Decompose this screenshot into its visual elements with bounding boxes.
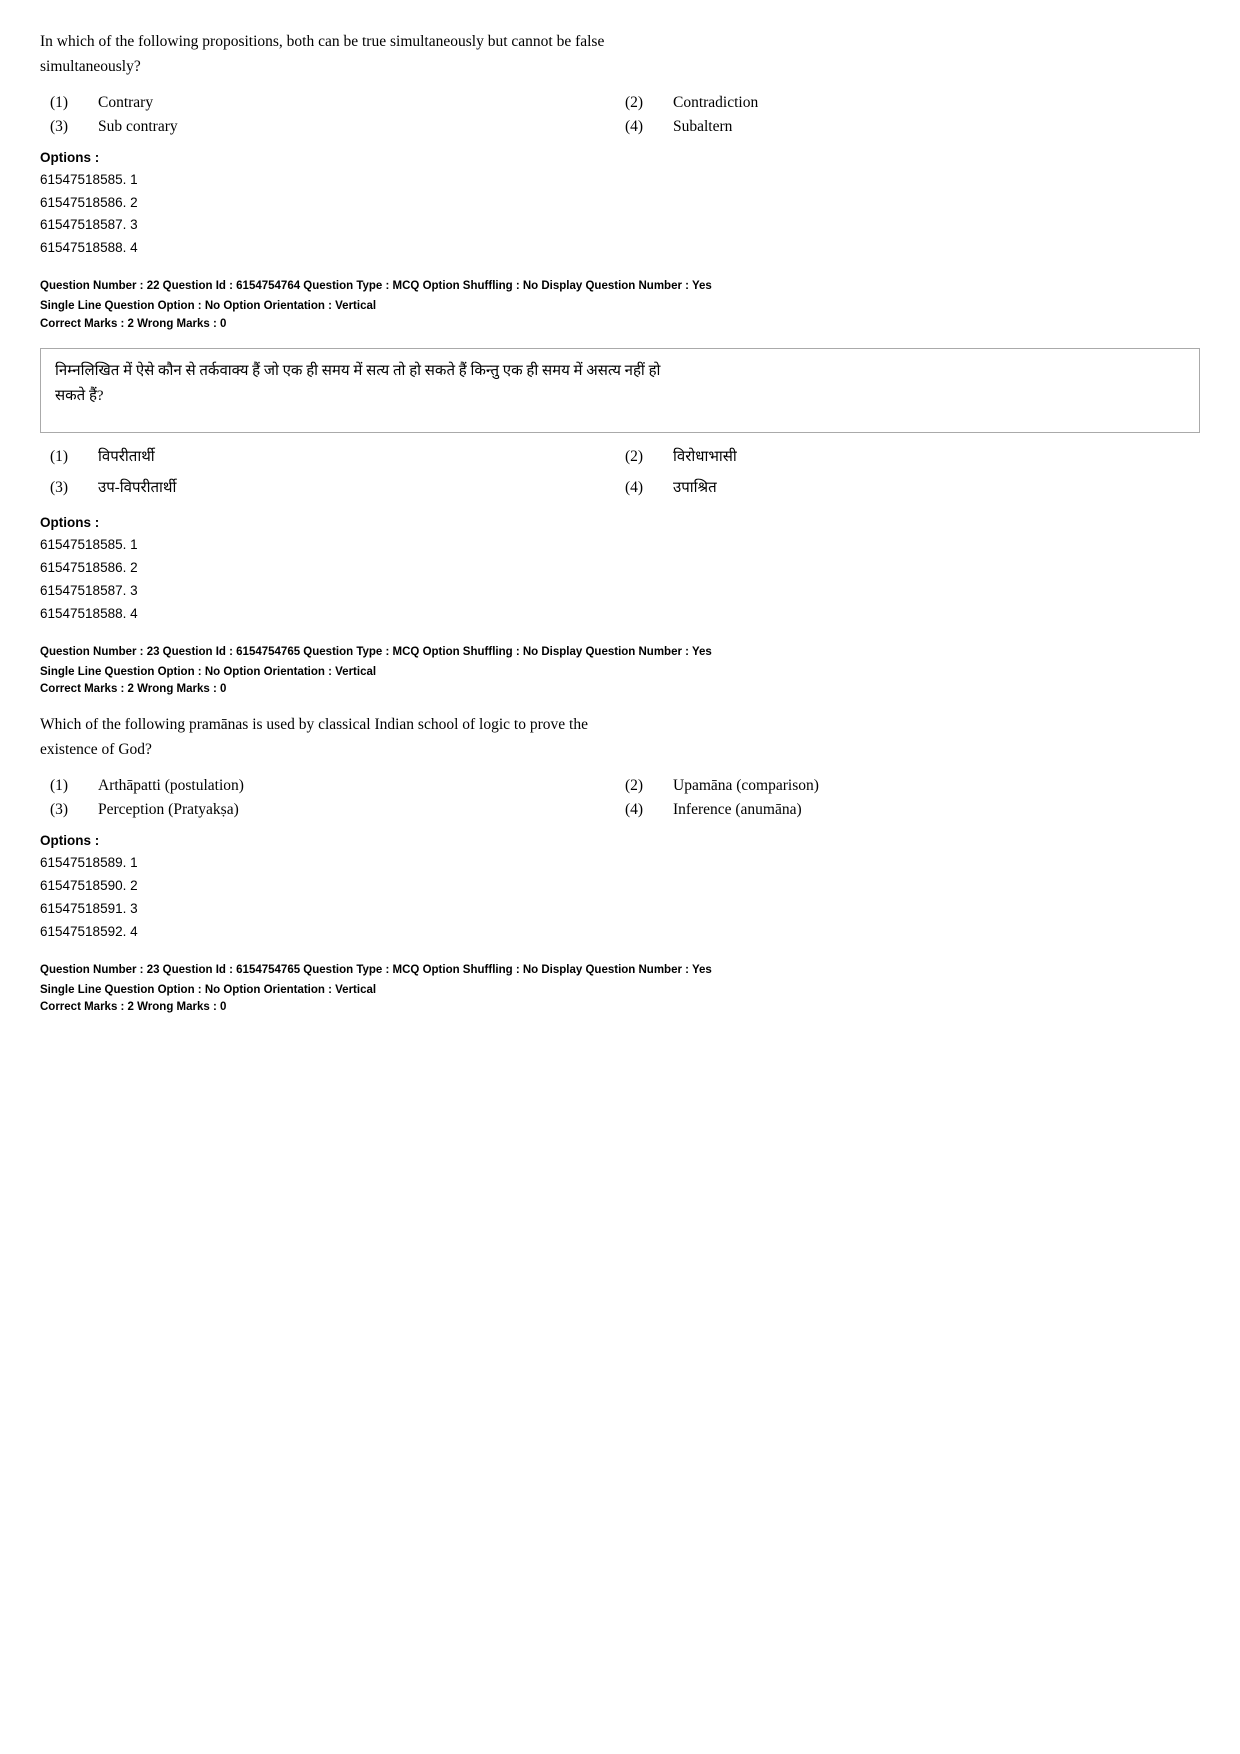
option-2: (2) Contradiction xyxy=(625,94,1200,112)
q22-meta-section: Question Number : 22 Question Id : 61547… xyxy=(40,278,1200,330)
q23-bottom-marks: Correct Marks : 2 Wrong Marks : 0 xyxy=(40,1001,1200,1013)
q23-meta-bottom-line1: Question Number : 23 Question Id : 61547… xyxy=(40,962,1200,980)
q22-hindi-option-ids: 61547518585. 1 61547518586. 2 6154751858… xyxy=(40,534,1200,626)
q23-meta-top-line2: Single Line Question Option : No Option … xyxy=(40,664,1200,682)
q23-option-3: (3) Perception (Pratyakṣa) xyxy=(50,801,625,819)
q22-english-options-label: Options : xyxy=(40,150,1200,165)
q23-meta-top-line1: Question Number : 23 Question Id : 61547… xyxy=(40,644,1200,662)
q22-marks: Correct Marks : 2 Wrong Marks : 0 xyxy=(40,318,1200,330)
q23-meta-bottom-section: Question Number : 23 Question Id : 61547… xyxy=(40,962,1200,1014)
option-3: (3) Sub contrary xyxy=(50,118,625,136)
hindi-option-1: (1) विपरीतार्थी xyxy=(50,445,625,470)
hindi-option-2: (2) विरोधाभासी xyxy=(625,445,1200,470)
q22-hindi-question: निम्नलिखित में ऐसे कौन से तर्कवाक्य हैं … xyxy=(55,359,1185,409)
q23-option-4: (4) Inference (anumāna) xyxy=(625,801,1200,819)
q22-meta-line2: Single Line Question Option : No Option … xyxy=(40,298,1200,316)
q23-english-options-grid: (1) Arthāpatti (postulation) (2) Upamāna… xyxy=(50,777,1200,819)
hindi-option-3: (3) उप-विपरीतार्थी xyxy=(50,476,625,501)
q23-meta-bottom-line2: Single Line Question Option : No Option … xyxy=(40,982,1200,1000)
q22-english-options-grid: (1) Contrary (2) Contradiction (3) Sub c… xyxy=(50,94,1200,136)
option-1: (1) Contrary xyxy=(50,94,625,112)
q22-hindi-section: निम्नलिखित में ऐसे कौन से तर्कवाक्य हैं … xyxy=(40,348,1200,626)
q23-english-options-label: Options : xyxy=(40,833,1200,848)
hindi-option-4: (4) उपाश्रित xyxy=(625,476,1200,501)
q22-hindi-options-label: Options : xyxy=(40,515,1200,530)
q23-english-option-ids: 61547518589. 1 61547518590. 2 6154751859… xyxy=(40,852,1200,944)
q23-english-section: Which of the following pramānas is used … xyxy=(40,713,1200,943)
q23-top-marks: Correct Marks : 2 Wrong Marks : 0 xyxy=(40,683,1200,695)
q22-english-section: In which of the following propositions, … xyxy=(40,30,1200,260)
q22-meta-line1: Question Number : 22 Question Id : 61547… xyxy=(40,278,1200,296)
q23-option-1: (1) Arthāpatti (postulation) xyxy=(50,777,625,795)
q23-meta-top-section: Question Number : 23 Question Id : 61547… xyxy=(40,644,1200,696)
q22-english-question: In which of the following propositions, … xyxy=(40,30,1200,80)
option-4: (4) Subaltern xyxy=(625,118,1200,136)
q22-hindi-block: निम्नलिखित में ऐसे कौन से तर्कवाक्य हैं … xyxy=(40,348,1200,434)
q22-english-option-ids: 61547518585. 1 61547518586. 2 6154751858… xyxy=(40,169,1200,261)
q22-hindi-options-grid: (1) विपरीतार्थी (2) विरोधाभासी (3) उप-वि… xyxy=(50,445,1200,501)
q23-option-2: (2) Upamāna (comparison) xyxy=(625,777,1200,795)
q23-english-question: Which of the following pramānas is used … xyxy=(40,713,1200,763)
